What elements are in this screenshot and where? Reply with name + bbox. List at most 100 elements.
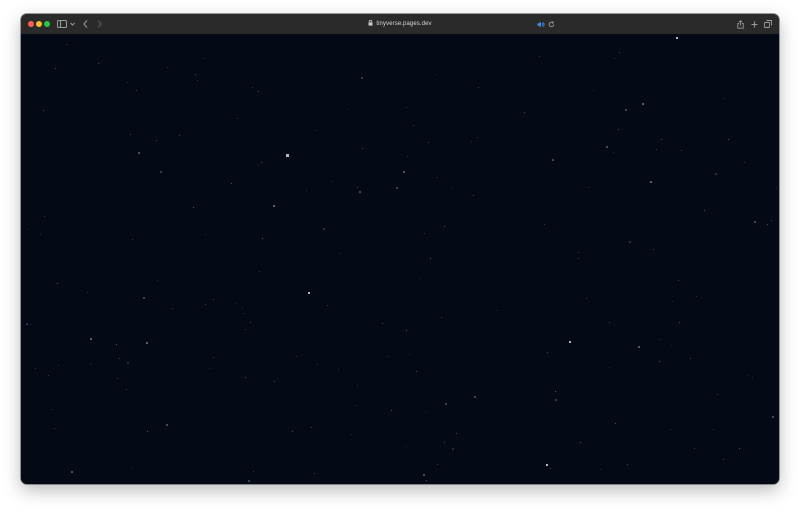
star [473,195,474,196]
star [580,442,581,443]
tab-overview-icon[interactable] [764,17,772,31]
star [138,152,140,154]
star [638,346,640,348]
star [66,44,67,45]
plus-icon[interactable] [750,17,758,31]
star [416,371,417,372]
speaker-icon[interactable] [537,17,545,31]
star [578,258,579,259]
star [306,190,307,191]
star [445,403,447,405]
bright-star [286,154,289,157]
star [403,171,405,173]
star [243,313,244,314]
close-button[interactable] [28,21,34,27]
star [678,280,679,281]
star [315,130,316,131]
starfield-canvas [21,34,779,484]
star [629,241,631,243]
star [48,375,49,376]
star [197,80,198,81]
star [715,173,717,175]
star [262,238,263,239]
star [555,399,557,401]
star [213,357,214,358]
star [357,385,358,386]
star [327,305,328,306]
star [248,480,250,482]
minimize-button[interactable] [36,21,42,27]
star [420,278,421,279]
star [58,365,59,366]
back-button[interactable] [81,17,89,31]
star [136,90,137,91]
star [656,149,657,150]
star [147,431,148,432]
star [747,375,748,376]
star [618,129,619,130]
star [539,56,540,57]
star [87,292,88,293]
star [54,428,55,429]
star [98,63,99,64]
star [259,271,260,272]
reload-icon[interactable] [547,17,555,31]
star [661,139,662,140]
address-bar[interactable]: tinyverse.pages.dev [247,16,553,32]
star [126,389,127,390]
star [116,344,117,345]
url-text: tinyverse.pages.dev [376,21,432,27]
star [717,394,718,395]
star [195,74,196,75]
star [323,228,325,230]
star [35,368,36,369]
star [362,148,363,149]
star [478,87,479,88]
star [205,234,206,235]
star [179,135,180,136]
share-icon[interactable] [736,17,744,31]
star [614,58,615,59]
star [143,297,145,299]
star [235,303,236,304]
zoom-button[interactable] [44,21,50,27]
sidebar-icon[interactable] [56,17,68,31]
star [331,181,332,182]
star [776,188,777,189]
star [57,283,58,284]
star [245,377,246,378]
star [396,187,398,189]
star [441,317,442,318]
star [51,409,52,410]
star [231,183,232,184]
forward-button[interactable] [95,17,103,31]
star [252,87,253,88]
bright-star [676,37,678,39]
star [452,448,454,450]
star [437,464,438,465]
star [550,468,551,469]
star [436,177,437,178]
star [292,431,293,432]
star [671,345,672,346]
star [625,109,627,111]
star [172,308,173,309]
star [26,323,28,325]
star [772,416,774,418]
star [660,339,661,340]
star [119,358,120,359]
star [117,378,118,379]
star [752,377,753,378]
star [739,448,740,449]
chevron-down-icon[interactable] [69,17,75,31]
star [348,109,349,110]
star [296,356,297,357]
star [704,210,705,211]
star [258,91,259,92]
star [274,381,275,382]
star [474,396,476,398]
star [544,224,545,225]
star [359,191,361,193]
star [723,98,724,99]
star [361,77,363,79]
